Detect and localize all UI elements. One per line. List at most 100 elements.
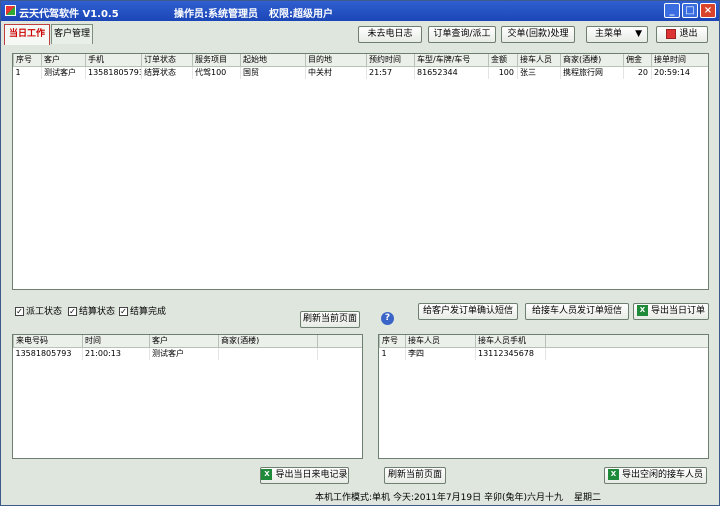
sms-customer-button[interactable]: 给客户发订单确认短信 [418, 303, 518, 320]
orders-table: 序号 客户 手机 订单状态 服务项目 起始地 目的地 预约时间 车型/车牌/车号 金额 接车人员 商家… [13, 54, 708, 79]
table-cell: 李四 [405, 347, 476, 360]
table-cell: 国贸 [240, 66, 306, 79]
filter-settle-complete[interactable]: ✓ 结算完成 [119, 304, 166, 317]
column-header[interactable]: 来电号码 [13, 335, 83, 348]
filter-label: 派工状态 [26, 307, 63, 317]
table-row[interactable]: 1 李四 13112345678 [379, 347, 708, 360]
excel-icon: X [607, 469, 619, 480]
table-cell: 13112345678 [475, 347, 546, 360]
table-cell: 中关村 [305, 66, 367, 79]
refresh-page-button[interactable]: 刷新当前页面 [300, 311, 360, 328]
export-calls-label: 导出当日来电记录 [275, 470, 348, 480]
table-cell: 1 [13, 66, 42, 79]
checkbox-icon[interactable]: ✓ [15, 307, 24, 316]
filter-label: 结算状态 [79, 307, 116, 317]
table-cell: 测试客户 [149, 347, 219, 360]
permission-label: 权限:超级用户 [269, 9, 333, 20]
column-header[interactable]: 商家(酒楼) [218, 335, 318, 348]
table-row[interactable]: 1 测试客户 13581805793 结算状态 代驾100 国贸 中关村 21:57 81652… [13, 66, 708, 79]
export-orders-button[interactable]: X 导出当日订单 [633, 303, 709, 320]
exit-button[interactable]: 退出 [656, 26, 708, 43]
orders-grid[interactable]: 序号 客户 手机 订单状态 服务项目 起始地 目的地 预约时间 车型/车牌/车号 金额 接车人员 商家… [12, 53, 709, 290]
calls-table: 来电号码 时间 客户 商家(酒楼) 13581805793 21:00:13 测试客户 [13, 335, 362, 360]
export-orders-label: 导出当日订单 [650, 306, 705, 316]
column-header[interactable]: 商家(酒楼) [560, 54, 624, 67]
table-cell: 13581805793 [13, 347, 83, 360]
column-header[interactable]: 时间 [82, 335, 150, 348]
table-cell: 携程旅行网 [560, 66, 624, 79]
table-cell: 13581805793 [85, 66, 142, 79]
export-calls-button[interactable]: X 导出当日来电记录 [260, 467, 349, 484]
export-idle-drivers-button[interactable]: X 导出空闲的接车人员 [604, 467, 707, 484]
calls-header-row: 来电号码 时间 客户 商家(酒楼) [13, 335, 362, 348]
status-date: 今天:2011年7月19日 辛卯(兔年)六月十九 [393, 493, 563, 503]
column-header[interactable]: 车型/车牌/车号 [414, 54, 489, 67]
maximize-icon[interactable]: □ [682, 3, 698, 18]
drivers-header-row: 序号 接车人员 接车人员手机 [379, 335, 708, 348]
main-menu-button[interactable]: 主菜单 ▼ [586, 26, 648, 43]
table-cell: 20 [623, 66, 652, 79]
title-bar[interactable]: 云天代驾软件 V1.0.5 操作员:系统管理员 权限:超级用户 _ □ × [1, 1, 719, 21]
table-cell-filler [545, 347, 708, 360]
drivers-grid[interactable]: 序号 接车人员 接车人员手机 1 李四 13112345678 [378, 334, 709, 459]
filter-settle-status[interactable]: ✓ 结算状态 [68, 304, 115, 317]
help-icon[interactable]: ? [381, 312, 394, 325]
table-cell: 100 [488, 66, 518, 79]
app-window: 云天代驾软件 V1.0.5 操作员:系统管理员 权限:超级用户 _ □ × 当日… [0, 0, 720, 506]
order-query-button[interactable]: 订单查询/派工 [428, 26, 496, 43]
missed-calls-button[interactable]: 未去电日志 [358, 26, 422, 43]
table-cell: 81652344 [414, 66, 489, 79]
tab-customer-management[interactable]: 客户管理 [51, 24, 93, 44]
close-icon[interactable]: × [700, 3, 716, 18]
column-header[interactable]: 佣金 [623, 54, 652, 67]
export-idle-drivers-label: 导出空闲的接车人员 [621, 470, 703, 480]
dropdown-arrow-icon: ▼ [635, 29, 642, 39]
table-cell: 20:59:14 [651, 66, 708, 79]
column-header[interactable]: 接车人员 [517, 54, 561, 67]
column-header[interactable]: 金额 [488, 54, 518, 67]
table-cell: 21:57 [366, 66, 415, 79]
column-header[interactable]: 起始地 [240, 54, 306, 67]
table-cell: 张三 [517, 66, 561, 79]
filter-dispatch-status[interactable]: ✓ 派工状态 [15, 304, 62, 317]
column-header[interactable]: 序号 [13, 54, 42, 67]
column-header[interactable]: 服务项目 [192, 54, 241, 67]
status-weekday: 星期二 [574, 493, 602, 503]
column-header[interactable]: 预约时间 [366, 54, 415, 67]
column-header-filler [317, 335, 362, 348]
drivers-table: 序号 接车人员 接车人员手机 1 李四 13112345678 [379, 335, 708, 360]
checkbox-icon[interactable]: ✓ [68, 307, 77, 316]
column-header[interactable]: 目的地 [305, 54, 367, 67]
operator-label: 操作员:系统管理员 [174, 9, 258, 20]
refresh-page-bottom-button[interactable]: 刷新当前页面 [384, 467, 446, 484]
column-header[interactable]: 订单状态 [141, 54, 193, 67]
minimize-icon[interactable]: _ [664, 3, 680, 18]
column-header[interactable]: 接车人员手机 [475, 335, 546, 348]
exit-icon [666, 28, 677, 39]
sms-driver-button[interactable]: 给接车人员发订单短信 [525, 303, 629, 320]
table-cell: 结算状态 [141, 66, 193, 79]
excel-icon: X [261, 469, 273, 480]
exit-label: 退出 [679, 29, 698, 39]
column-header[interactable]: 客户 [41, 54, 86, 67]
table-cell-filler [317, 347, 362, 360]
excel-icon: X [636, 305, 648, 316]
table-row[interactable]: 13581805793 21:00:13 测试客户 [13, 347, 362, 360]
column-header[interactable]: 客户 [149, 335, 219, 348]
filter-label: 结算完成 [130, 307, 167, 317]
settle-button[interactable]: 交单(回款)处理 [501, 26, 575, 43]
status-mode: 本机工作模式:单机 [315, 493, 391, 503]
checkbox-icon[interactable]: ✓ [119, 307, 128, 316]
tab-daily-work[interactable]: 当日工作 [4, 24, 50, 45]
column-header[interactable]: 接单时间 [651, 54, 708, 67]
table-cell: 21:00:13 [82, 347, 150, 360]
app-title: 云天代驾软件 V1.0.5 [19, 9, 119, 20]
table-cell: 代驾100 [192, 66, 241, 79]
column-header-filler [545, 335, 708, 348]
table-cell [218, 347, 318, 360]
column-header[interactable]: 序号 [379, 335, 406, 348]
calls-grid[interactable]: 来电号码 时间 客户 商家(酒楼) 13581805793 21:00:13 测试客户 [12, 334, 363, 459]
table-cell: 测试客户 [41, 66, 86, 79]
column-header[interactable]: 接车人员 [405, 335, 476, 348]
column-header[interactable]: 手机 [85, 54, 142, 67]
